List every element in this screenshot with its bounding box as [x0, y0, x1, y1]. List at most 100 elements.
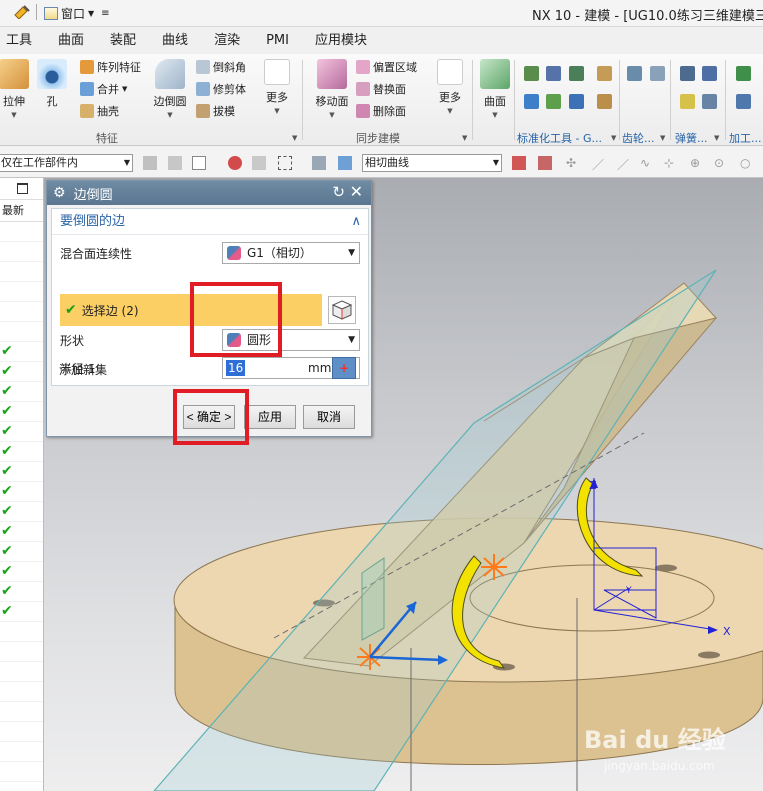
- snap-icon[interactable]: [252, 156, 266, 170]
- close-icon[interactable]: ✕: [350, 182, 363, 201]
- machining-tool-icon[interactable]: [736, 66, 751, 81]
- delete-face-button[interactable]: 删除面: [356, 103, 406, 119]
- navigator-row[interactable]: ✔: [0, 342, 43, 362]
- reset-icon[interactable]: ↻: [332, 183, 345, 201]
- sync-group-expand[interactable]: ▼: [456, 130, 467, 143]
- snap-point-icon[interactable]: ／: [592, 156, 606, 172]
- spring-tool-icon[interactable]: [702, 66, 717, 81]
- navigator-row[interactable]: [0, 222, 43, 242]
- replace-face-button[interactable]: 替换面: [356, 81, 406, 97]
- navigator-row[interactable]: [0, 762, 43, 782]
- rectangle-select-icon[interactable]: [278, 156, 292, 170]
- group-header[interactable]: 要倒圆的边 ∧: [52, 209, 368, 235]
- collapse-icon[interactable]: ∧: [351, 209, 361, 235]
- std-tool-icon[interactable]: [597, 66, 612, 81]
- navigator-row[interactable]: ✔: [0, 582, 43, 602]
- spring-tool-icon[interactable]: [702, 94, 717, 109]
- navigator-row[interactable]: [0, 742, 43, 762]
- navigator-row[interactable]: [0, 302, 43, 322]
- dialog-titlebar[interactable]: ⚙ 边倒圆 ↻ ✕: [47, 181, 371, 205]
- navigator-row[interactable]: [0, 642, 43, 662]
- snap-point-icon[interactable]: ○: [740, 156, 754, 170]
- std-tool-icon[interactable]: [546, 66, 561, 81]
- menu-application[interactable]: 应用模块: [302, 27, 380, 54]
- spring-tool-icon[interactable]: [680, 66, 695, 81]
- offset-region-button[interactable]: 偏置区域: [356, 59, 417, 75]
- navigator-row[interactable]: ✔: [0, 462, 43, 482]
- navigator-row[interactable]: ✔: [0, 602, 43, 622]
- snap-point-icon[interactable]: ∿: [640, 156, 654, 170]
- window-menu[interactable]: 窗口 ▼ ≡: [44, 4, 110, 22]
- menu-surface[interactable]: 曲面: [45, 27, 97, 54]
- spring-tool-icon[interactable]: [680, 94, 695, 109]
- apply-button[interactable]: 应用: [244, 405, 296, 429]
- std-tool-icon[interactable]: [569, 66, 584, 81]
- snap-point-icon[interactable]: [538, 156, 552, 170]
- cube-select-icon[interactable]: [338, 156, 352, 170]
- hole-button[interactable]: 孔: [32, 59, 72, 109]
- unite-button[interactable]: 合并 ▼: [80, 81, 127, 97]
- menu-tools[interactable]: 工具: [0, 27, 45, 54]
- move-face-button[interactable]: 移动面 ▼: [310, 59, 354, 119]
- pattern-feature-button[interactable]: 阵列特征: [80, 59, 141, 75]
- navigator-column-latest[interactable]: 最新: [0, 200, 43, 222]
- chamfer-button[interactable]: 倒斜角: [196, 59, 246, 75]
- extrude-button[interactable]: 拉伸 ▼: [0, 59, 34, 119]
- navigator-row[interactable]: [0, 262, 43, 282]
- navigator-row[interactable]: [0, 242, 43, 262]
- menu-render[interactable]: 渲染: [201, 27, 253, 54]
- menu-assembly[interactable]: 装配: [97, 27, 149, 54]
- std-tool-icon[interactable]: [524, 94, 539, 109]
- maximize-icon[interactable]: [17, 183, 28, 194]
- snap-point-icon[interactable]: ⊙: [714, 156, 728, 170]
- surface-button[interactable]: 曲面 ▼: [477, 59, 513, 119]
- draft-button[interactable]: 拔模: [196, 103, 235, 119]
- navigator-row[interactable]: [0, 282, 43, 302]
- navigator-row[interactable]: ✔: [0, 362, 43, 382]
- add-new-set-button[interactable]: +: [332, 357, 356, 379]
- navigator-row[interactable]: ✔: [0, 562, 43, 582]
- spring-group-expand[interactable]: ▼: [708, 130, 719, 143]
- selection-scope-dropdown[interactable]: 仅在工作部件内 ▼: [0, 154, 133, 172]
- feature-group-expand[interactable]: ▼: [286, 130, 297, 143]
- eraser-icon[interactable]: [312, 156, 326, 170]
- select-box-icon[interactable]: [192, 156, 206, 170]
- gear-tool-icon[interactable]: [650, 66, 665, 81]
- edge-blend-button[interactable]: 边倒圆 ▼: [148, 59, 192, 119]
- more-button-1[interactable]: 更多 ▼: [259, 59, 295, 115]
- snap-point-icon[interactable]: ✣: [566, 156, 580, 170]
- menu-curve[interactable]: 曲线: [149, 27, 201, 54]
- std-tool-icon[interactable]: [569, 94, 584, 109]
- menu-pmi[interactable]: PMI: [253, 27, 302, 54]
- navigator-row[interactable]: [0, 622, 43, 642]
- navigator-row[interactable]: ✔: [0, 442, 43, 462]
- radius-value[interactable]: 16: [226, 360, 246, 376]
- snap-point-icon[interactable]: ⊹: [664, 156, 678, 170]
- snap-point-icon[interactable]: ⊕: [690, 156, 704, 170]
- trim-body-button[interactable]: 修剪体: [196, 81, 246, 97]
- navigator-row[interactable]: ✔: [0, 422, 43, 442]
- navigator-row[interactable]: ✔: [0, 402, 43, 422]
- customize-icon[interactable]: ≡: [101, 8, 109, 19]
- gear-icon[interactable]: ⚙: [53, 185, 66, 201]
- gear-tool-icon[interactable]: [627, 66, 642, 81]
- navigator-row[interactable]: [0, 702, 43, 722]
- snap-point-icon[interactable]: [512, 156, 526, 170]
- std-tool-icon[interactable]: [546, 94, 561, 109]
- machining-tool-icon[interactable]: [736, 94, 751, 109]
- curve-rule-dropdown[interactable]: 相切曲线 ▼: [362, 154, 502, 172]
- std-tool-icon[interactable]: [597, 94, 612, 109]
- gear-group-expand[interactable]: ▼: [654, 130, 665, 143]
- navigator-row[interactable]: [0, 722, 43, 742]
- navigator-row[interactable]: ✔: [0, 482, 43, 502]
- shell-button[interactable]: 抽壳: [80, 103, 119, 119]
- navigator-row[interactable]: ✔: [0, 522, 43, 542]
- snap-point-icon[interactable]: ／: [617, 156, 631, 172]
- target-icon[interactable]: [228, 156, 242, 170]
- navigator-row[interactable]: ✔: [0, 382, 43, 402]
- continuity-dropdown[interactable]: G1（相切） ▼: [222, 242, 360, 264]
- std-tool-icon[interactable]: [524, 66, 539, 81]
- navigator-row[interactable]: ✔: [0, 502, 43, 522]
- navigator-row[interactable]: [0, 322, 43, 342]
- navigator-row[interactable]: [0, 662, 43, 682]
